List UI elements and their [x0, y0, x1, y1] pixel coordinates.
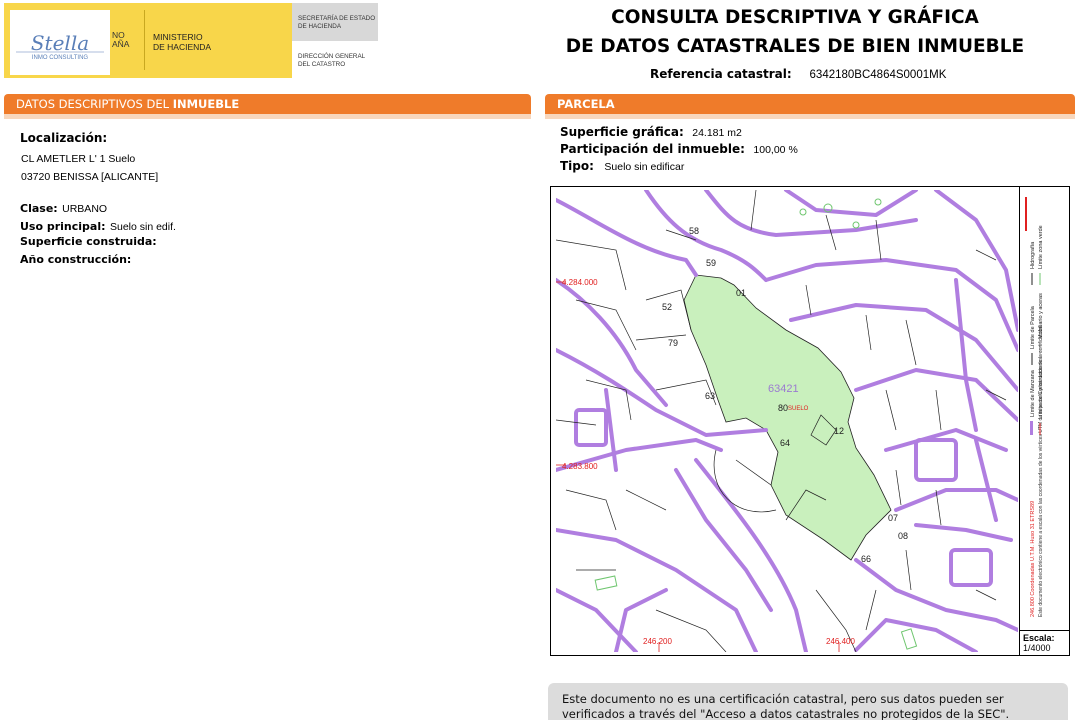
legend-item: Límite de Construcciones: [1038, 357, 1044, 419]
page-title-line2: DE DATOS CATASTRALES DE BIEN INMUEBLE: [565, 36, 1025, 57]
coord-x-left: 246.200: [643, 637, 672, 646]
disclaimer-note: Este documento no es una certificación c…: [548, 683, 1068, 720]
heading-underline: [4, 114, 531, 119]
map-label: 52: [662, 302, 672, 312]
address-line-2: 03720 BENISSA [ALICANTE]: [21, 171, 159, 183]
map-label: 58: [689, 226, 699, 236]
heading-underline-right: [545, 114, 1075, 119]
map-svg: 58 59 01 52 79 63 80 64 12 07 08 66 6342…: [556, 190, 1018, 652]
participacion-value: 100,00 %: [753, 144, 798, 156]
ministerio-label: MINISTERIO DE HACIENDA: [153, 32, 212, 52]
tipo-row: Tipo: Suelo sin edificar: [560, 159, 685, 173]
secretaria-label: SECRETARÍA DE ESTADO DE HACIENDA: [298, 15, 376, 30]
parcel-number: 63421: [768, 383, 799, 395]
participacion-row: Participación del inmueble: 100,00 %: [560, 142, 798, 156]
map-label: 64: [780, 438, 790, 448]
referencia-value: 6342180BC4864S0001MK: [809, 69, 947, 81]
map-label: 01: [736, 288, 746, 298]
uso-row: Uso principal: Suelo sin edif.: [20, 220, 176, 233]
legend-item: Límite de Manzana: [1030, 369, 1036, 417]
coord-y-bottom: 4.283.800: [562, 462, 598, 471]
scale-box: Escala: 1/4000: [1019, 630, 1069, 655]
coord-y-top: 4.284.000: [562, 278, 598, 287]
logo-subtext: INMO CONSULTING: [32, 55, 89, 61]
legend-item: Mobiliario y aceras: [1038, 293, 1044, 339]
legend-coords: 246.800 Coordenadas U.T.M. Huso 31 ETRS8…: [1030, 501, 1036, 617]
legend-item: Hidrografía: [1030, 241, 1036, 269]
referencia-label: Referencia catastral:: [650, 67, 792, 81]
clase-row: Clase: URBANO: [20, 202, 108, 215]
map-label: 08: [898, 531, 908, 541]
map-legend: 246.800 Coordenadas U.T.M. Huso 31 ETRS8…: [1019, 187, 1069, 630]
superficie-grafica-row: Superficie gráfica: 24.181 m2: [560, 125, 742, 139]
map-label: 12: [834, 426, 844, 436]
coord-x-right: 246.400: [826, 637, 855, 646]
localizacion-label: Localización:: [20, 131, 108, 145]
scale-label: Escala:: [1023, 633, 1055, 643]
map-label: 80: [778, 403, 788, 413]
map-label: 63: [705, 391, 715, 401]
legend-item: Límite de Parcela: [1030, 305, 1036, 349]
stella-logo: Stella INMO CONSULTING: [10, 10, 110, 75]
map-label: 79: [668, 338, 678, 348]
map-label: 66: [861, 554, 871, 564]
anio-construccion-label: Año construcción:: [20, 253, 132, 266]
superficie-construida-label: Superficie construida:: [20, 235, 157, 248]
map-label: 59: [706, 258, 716, 268]
scale-value: 1/4000: [1023, 643, 1051, 653]
referencia-catastral: Referencia catastral: 6342180BC4864S0001…: [650, 67, 946, 81]
datos-descriptivos-heading: DATOS DESCRIPTIVOS DEL INMUEBLE: [4, 94, 531, 114]
tipo-value: Suelo sin edificar: [604, 161, 685, 173]
banner-divider: [144, 10, 145, 70]
gov-line-2: AÑA: [112, 39, 130, 49]
direccion-label: DIRECCIÓN GENERAL DEL CATASTRO: [298, 53, 366, 68]
logo-wordmark: Stella: [31, 31, 89, 55]
parcel-sublabel: SUELO: [788, 406, 809, 412]
parcela-heading: PARCELA: [545, 94, 1075, 114]
address-line-1: CL AMETLER L' 1 Suelo: [21, 153, 136, 165]
map-label: 07: [888, 513, 898, 523]
page-title-line1: CONSULTA DESCRIPTIVA Y GRÁFICA: [611, 7, 979, 28]
superficie-grafica-value: 24.181 m2: [692, 127, 742, 139]
uso-value: Suelo sin edif.: [109, 221, 176, 233]
legend-item: Límite zona verde: [1038, 225, 1044, 269]
clase-value: URBANO: [62, 203, 108, 215]
cadastral-map[interactable]: 58 59 01 52 79 63 80 64 12 07 08 66 6342…: [556, 190, 1018, 652]
